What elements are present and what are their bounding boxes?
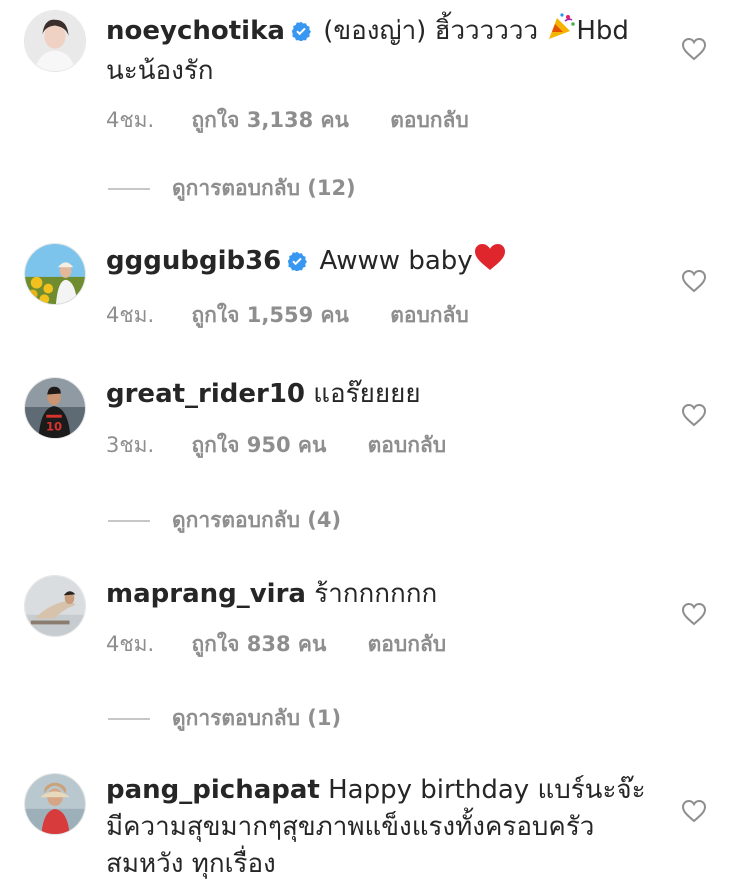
like-count[interactable]: ถูกใจ 3,138 คน xyxy=(191,104,348,137)
avatar[interactable] xyxy=(24,243,86,305)
comment-time: 3ชม. xyxy=(106,433,155,457)
red-heart-icon xyxy=(473,242,507,283)
divider-line xyxy=(108,718,150,720)
reply-button[interactable]: ตอบกลับ xyxy=(390,104,469,137)
like-heart-icon[interactable] xyxy=(681,403,707,427)
avatar[interactable] xyxy=(24,575,86,637)
view-replies-label[interactable]: ดูการตอบกลับ (12) xyxy=(172,176,356,200)
comment-text: pang_pichapat Happy birthday แบร์นะจ๊ะ ม… xyxy=(106,772,646,883)
view-replies-button[interactable]: ดูการตอบกลับ (12) xyxy=(108,172,356,205)
avatar-image xyxy=(25,576,85,636)
username[interactable]: pang_pichapat xyxy=(106,775,320,805)
view-replies-label[interactable]: ดูการตอบกลับ (1) xyxy=(172,706,341,730)
party-popper-icon xyxy=(546,12,576,53)
comment-meta: 4ชม. ถูกใจ 838 คน ตอบกลับ xyxy=(106,628,646,661)
comment-body: Awww baby xyxy=(319,246,473,276)
username[interactable]: maprang_vira xyxy=(106,579,306,609)
view-replies-button[interactable]: ดูการตอบกลับ (1) xyxy=(108,702,341,735)
view-replies-label[interactable]: ดูการตอบกลับ (4) xyxy=(172,508,341,532)
comment-meta: 4ชม. ถูกใจ 3,138 คน ตอบกลับ xyxy=(106,104,646,137)
avatar[interactable] xyxy=(24,10,86,72)
avatar-image xyxy=(25,774,85,834)
comment-text: gggubgib36 Awww baby xyxy=(106,242,646,283)
divider-line xyxy=(108,520,150,522)
view-replies-button[interactable]: ดูการตอบกลับ (4) xyxy=(108,504,341,537)
comment-body: แอร๊ยยยย xyxy=(313,379,421,409)
comment-body: ร้ากกกกกก xyxy=(314,579,438,609)
like-heart-icon[interactable] xyxy=(681,269,707,293)
comment-time: 4ชม. xyxy=(106,303,155,327)
reply-button[interactable]: ตอบกลับ xyxy=(390,299,469,332)
like-count[interactable]: ถูกใจ 1,559 คน xyxy=(191,299,348,332)
comment-time: 4ชม. xyxy=(106,632,155,656)
reply-button[interactable]: ตอบกลับ xyxy=(368,628,447,661)
avatar-image: 10 xyxy=(25,378,85,438)
divider-line xyxy=(108,188,150,190)
like-heart-icon[interactable] xyxy=(681,37,707,61)
like-count[interactable]: ถูกใจ 950 คน xyxy=(191,429,326,462)
verified-badge-icon xyxy=(291,15,311,42)
avatar-image xyxy=(25,244,85,304)
username[interactable]: great_rider10 xyxy=(106,379,305,409)
svg-text:10: 10 xyxy=(46,419,62,433)
comment-time: 4ชม. xyxy=(106,108,155,132)
reply-button[interactable]: ตอบกลับ xyxy=(368,429,447,462)
comment-text: maprang_vira ร้ากกกกกก xyxy=(106,576,646,613)
avatar[interactable]: 10 xyxy=(24,377,86,439)
like-heart-icon[interactable] xyxy=(681,602,707,626)
username[interactable]: gggubgib36 xyxy=(106,246,281,276)
username[interactable]: noeychotika xyxy=(106,16,285,46)
comment-meta: 4ชม. ถูกใจ 1,559 คน ตอบกลับ xyxy=(106,299,646,332)
comment-meta: 3ชม. ถูกใจ 950 คน ตอบกลับ xyxy=(106,429,646,462)
verified-badge-icon xyxy=(287,245,308,272)
comment-text: great_rider10 แอร๊ยยยย xyxy=(106,376,646,413)
comment-text: noeychotika (ของญ่า) ฮิ้วววววว Hbd นะน้อ… xyxy=(106,12,646,90)
avatar-image xyxy=(25,11,85,71)
like-heart-icon[interactable] xyxy=(681,799,707,823)
comment-body: (ของญ่า) ฮิ้วววววว xyxy=(323,16,539,46)
like-count[interactable]: ถูกใจ 838 คน xyxy=(191,628,326,661)
avatar[interactable] xyxy=(24,773,86,835)
